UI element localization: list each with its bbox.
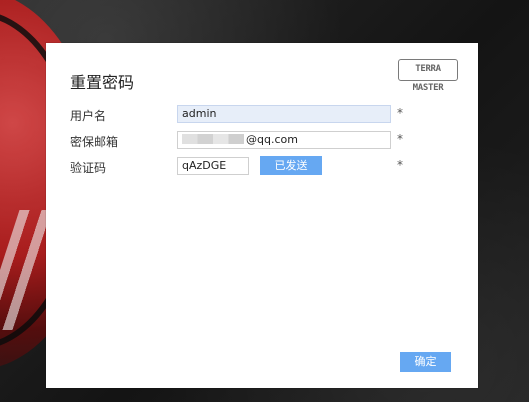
send-code-button[interactable]: 已发送 bbox=[260, 156, 322, 175]
username-field[interactable]: admin bbox=[177, 105, 391, 123]
username-label: 用户名 bbox=[70, 109, 107, 123]
verification-code-field[interactable]: qAzDGE bbox=[177, 157, 249, 175]
email-field[interactable]: @qq.com bbox=[177, 131, 391, 149]
verification-code-required-mark: * bbox=[397, 158, 403, 172]
confirm-button[interactable]: 确定 bbox=[400, 352, 451, 372]
reset-password-dialog: 重置密码 TERRA MASTER 用户名 admin * 密保邮箱 @qq.c… bbox=[46, 43, 478, 388]
verification-code-label: 验证码 bbox=[70, 161, 107, 175]
brand-logo: TERRA MASTER bbox=[398, 59, 458, 93]
email-domain: @qq.com bbox=[246, 133, 298, 146]
email-required-mark: * bbox=[397, 132, 403, 146]
email-masked-portion bbox=[182, 134, 244, 144]
email-label: 密保邮箱 bbox=[70, 135, 119, 149]
desktop-background: 重置密码 TERRA MASTER 用户名 admin * 密保邮箱 @qq.c… bbox=[0, 0, 529, 402]
username-required-mark: * bbox=[397, 106, 403, 120]
dialog-title: 重置密码 bbox=[70, 73, 135, 92]
